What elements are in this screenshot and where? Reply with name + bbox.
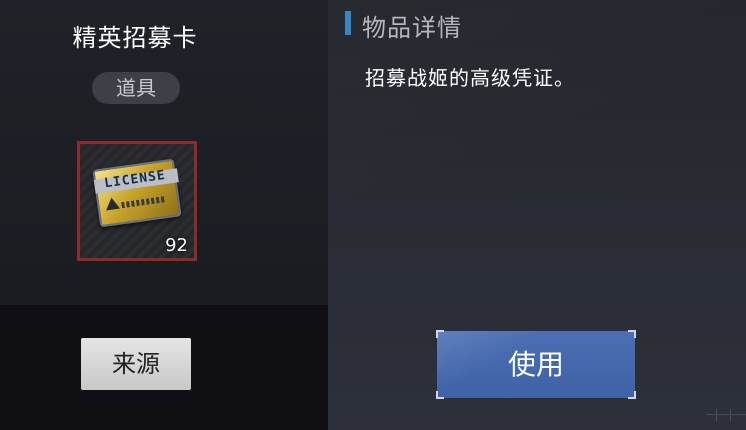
corner-decoration [436, 391, 444, 399]
item-description: 招募战姬的高级凭证。 [365, 66, 575, 90]
use-button-label: 使用 [507, 348, 564, 381]
corner-decoration [436, 330, 444, 338]
section-title: 物品详情 [362, 14, 462, 42]
item-icon-slot: LICENSE 92 [77, 141, 197, 261]
source-button[interactable]: 来源 [81, 338, 191, 390]
ornament-tick [730, 409, 731, 421]
corner-decoration [628, 330, 636, 338]
warning-mark-icon [104, 196, 120, 211]
license-barcode [121, 196, 166, 209]
license-card-icon: LICENSE [92, 158, 182, 228]
item-count: 92 [165, 235, 188, 256]
corner-ornament [706, 409, 746, 430]
use-button[interactable]: 使用 [436, 330, 636, 399]
ornament-tick [716, 409, 717, 421]
item-name: 精英招募卡 [72, 24, 198, 52]
item-category-badge: 道具 [92, 72, 180, 104]
corner-decoration [628, 391, 636, 399]
section-accent-bar [345, 11, 351, 35]
